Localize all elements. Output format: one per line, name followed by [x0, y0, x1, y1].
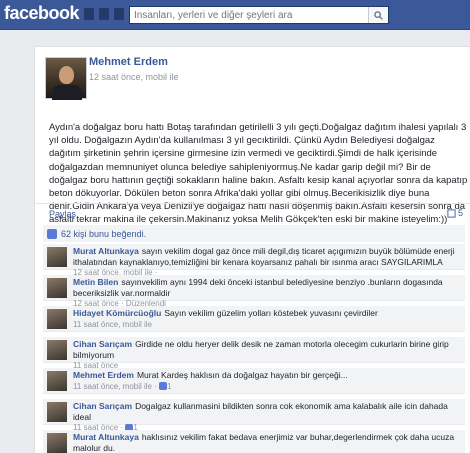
friend-requests-icon[interactable]	[84, 8, 94, 20]
commenter-avatar[interactable]	[47, 340, 67, 360]
search-icon	[374, 10, 383, 20]
comment-item: Mehmet Erdem Murat Kardeş haklısın da doğ…	[43, 368, 465, 394]
commenter-name[interactable]: Cihan Sarıçam	[73, 339, 132, 349]
notification-icons	[84, 8, 124, 20]
comment-item: Cihan Sarıçam Girdide ne oldu heryer deli…	[43, 337, 465, 370]
commenter-avatar[interactable]	[47, 247, 67, 267]
commenter-name[interactable]: Mehmet Erdem	[73, 370, 134, 380]
post-meta: 12 saat önce, mobil ile	[89, 72, 179, 82]
facebook-logo[interactable]: facebook	[4, 3, 80, 24]
comment-item: Murat Altunkaya haklısınız vekilim fakat …	[43, 430, 465, 453]
share-link[interactable]: Paylaş	[49, 209, 76, 219]
post-author-name[interactable]: Mehmet Erdem	[89, 56, 168, 68]
search-box	[129, 6, 389, 24]
commenter-name[interactable]: Cihan Sarıçam	[73, 401, 132, 411]
share-count[interactable]: 5	[447, 208, 463, 218]
commenter-name[interactable]: Murat Altunkaya	[73, 246, 139, 256]
comment-text: Sayın vekilim güzelim yolları köstebek y…	[164, 308, 378, 318]
top-bar: facebook	[0, 0, 470, 30]
notifications-icon[interactable]	[114, 8, 124, 20]
likes-row[interactable]: 62 kişi bunu beğendi.	[43, 225, 465, 242]
search-input[interactable]	[130, 7, 366, 23]
author-avatar[interactable]	[45, 57, 87, 100]
search-button[interactable]	[368, 7, 388, 23]
commenter-avatar[interactable]	[47, 433, 67, 453]
comment-item: Cihan Sarıçam Dogalgaz kullanmasini bildi…	[43, 399, 465, 432]
comment-like-count: 1	[167, 381, 172, 391]
commenter-avatar[interactable]	[47, 278, 67, 298]
messages-icon[interactable]	[99, 8, 109, 20]
likes-text: 62 kişi bunu beğendi.	[61, 228, 147, 239]
comment-meta: 11 saat önce, mobil ile	[73, 319, 153, 329]
commenter-name[interactable]: Murat Altunkaya	[73, 432, 139, 442]
post-card: Mehmet Erdem 12 saat önce, mobil ile Ayd…	[34, 46, 470, 453]
commenter-name[interactable]: Hidayet Kömürcüoğlu	[73, 308, 161, 318]
share-count-value: 5	[457, 208, 463, 218]
comment-item: Murat Altunkaya sayın vekilim dogal gaz ö…	[43, 244, 465, 277]
comment-meta: 11 saat önce, mobil ile ·	[73, 381, 160, 391]
commenter-avatar[interactable]	[47, 371, 67, 391]
share-icon	[447, 208, 456, 218]
like-thumb-icon	[47, 228, 57, 239]
commenter-avatar[interactable]	[47, 402, 67, 422]
commenter-name[interactable]: Metin Bilen	[73, 277, 118, 287]
comment-item: Hidayet Kömürcüoğlu Sayın vekilim güzelim…	[43, 306, 465, 332]
share-row: Paylaş 5	[35, 203, 470, 221]
comment-text: Murat Kardeş haklısın da doğalgaz hayatı…	[136, 370, 348, 380]
comment-item: Metin Bilen sayınvekilim aynı 1994 deki ö…	[43, 275, 465, 308]
comment-text: sayınvekilim aynı 1994 deki önceki istan…	[73, 277, 443, 298]
comment-like-icon	[159, 382, 168, 391]
commenter-avatar[interactable]	[47, 309, 67, 329]
comment-list: Murat Altunkaya sayın vekilim dogal gaz ö…	[43, 244, 465, 453]
